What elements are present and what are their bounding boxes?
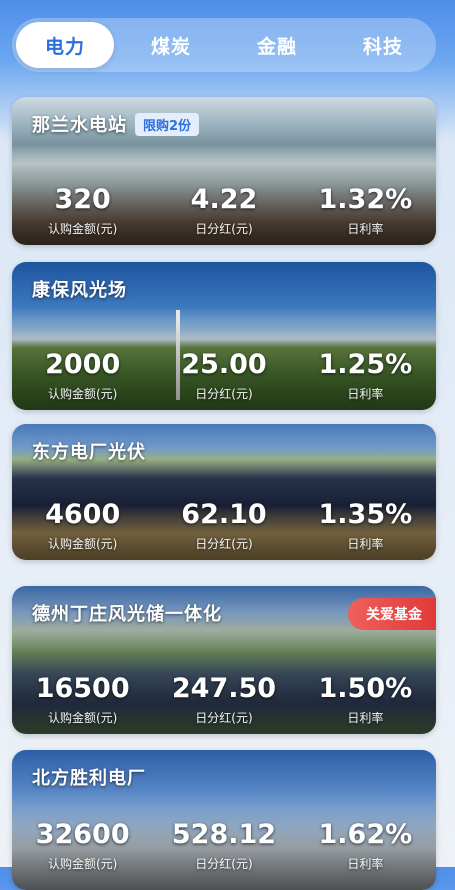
stat-value: 25.00 [181,349,267,380]
stat-amount: 320 认购金额(元) [12,184,153,237]
tab-finance[interactable]: 金融 [228,22,326,68]
stat-label: 认购金额(元) [47,387,118,401]
stat-daily-rate: 1.35% 日利率 [295,499,436,552]
project-stats: 4600 认购金额(元) 62.10 日分红(元) 1.35% 日利率 [12,499,436,552]
stat-value: 1.25% [318,349,413,380]
stat-amount: 16500 认购金额(元) [12,673,153,726]
project-stats: 32600 认购金额(元) 528.12 日分红(元) 1.62% 日利率 [12,819,436,872]
stat-value: 4.22 [190,184,258,215]
project-title-text: 那兰水电站 [32,115,127,136]
stat-label: 认购金额(元) [47,537,118,551]
limit-badge: 限购2份 [135,112,200,136]
stat-label: 日利率 [347,537,384,551]
project-title-text: 北方胜利电厂 [32,768,146,789]
care-fund-tag: 关爱基金 [348,598,436,630]
stat-daily-dividend: 62.10 日分红(元) [153,499,294,552]
project-title-text: 康保风光场 [32,280,127,301]
stat-label: 日分红(元) [195,537,253,551]
stat-amount: 32600 认购金额(元) [12,819,153,872]
project-card-kangbao-wind[interactable]: 康保风光场 2000 认购金额(元) 25.00 日分红(元) 1.25% 日利率 [12,262,436,410]
stat-value: 528.12 [171,819,277,850]
stat-label: 日分红(元) [195,222,253,236]
stat-label: 认购金额(元) [47,857,118,871]
stat-value: 1.62% [318,819,413,850]
category-tab-bar: 电力 煤炭 金融 科技 [12,18,436,72]
stat-amount: 2000 认购金额(元) [12,349,153,402]
stat-label: 日利率 [347,857,384,871]
stat-label: 认购金额(元) [47,222,118,236]
stat-daily-rate: 1.62% 日利率 [295,819,436,872]
project-stats: 320 认购金额(元) 4.22 日分红(元) 1.32% 日利率 [12,184,436,237]
stat-value: 32600 [35,819,130,850]
project-card-nalan-hydro[interactable]: 那兰水电站 限购2份 320 认购金额(元) 4.22 日分红(元) 1.32% 日利… [12,97,436,245]
project-title: 北方胜利电厂 [32,764,146,790]
stat-label: 日分红(元) [195,857,253,871]
stat-daily-rate: 1.32% 日利率 [295,184,436,237]
stat-value: 247.50 [171,673,277,704]
project-title: 东方电厂光伏 [32,438,146,464]
tab-coal[interactable]: 煤炭 [122,22,220,68]
stat-label: 认购金额(元) [47,711,118,725]
project-card-dongfang-solar[interactable]: 东方电厂光伏 4600 认购金额(元) 62.10 日分红(元) 1.35% 日利率 [12,424,436,560]
stat-label: 日分红(元) [195,711,253,725]
stat-value: 4600 [45,499,121,530]
project-title: 康保风光场 [32,276,127,302]
stat-daily-rate: 1.25% 日利率 [295,349,436,402]
project-title: 那兰水电站 限购2份 [32,111,200,137]
stat-value: 16500 [35,673,130,704]
project-stats: 16500 认购金额(元) 247.50 日分红(元) 1.50% 日利率 [12,673,436,726]
project-title: 德州丁庄风光储一体化 [32,600,222,626]
project-title-text: 东方电厂光伏 [32,442,146,463]
stat-value: 320 [54,184,111,215]
project-card-beifang-shengli[interactable]: 北方胜利电厂 32600 认购金额(元) 528.12 日分红(元) 1.62% 日利… [12,750,436,890]
stat-amount: 4600 认购金额(元) [12,499,153,552]
stat-daily-dividend: 247.50 日分红(元) [153,673,294,726]
stat-value: 2000 [45,349,121,380]
tab-electricity[interactable]: 电力 [16,22,114,68]
stat-value: 1.50% [318,673,413,704]
stat-value: 62.10 [181,499,267,530]
project-stats: 2000 认购金额(元) 25.00 日分红(元) 1.25% 日利率 [12,349,436,402]
tab-technology[interactable]: 科技 [334,22,432,68]
stat-daily-dividend: 4.22 日分红(元) [153,184,294,237]
project-title-text: 德州丁庄风光储一体化 [32,604,222,625]
stat-daily-dividend: 528.12 日分红(元) [153,819,294,872]
stat-label: 日分红(元) [195,387,253,401]
stat-label: 日利率 [347,387,384,401]
stat-daily-dividend: 25.00 日分红(元) [153,349,294,402]
stat-value: 1.35% [318,499,413,530]
project-card-dezhou-dingzhuang[interactable]: 德州丁庄风光储一体化 关爱基金 16500 认购金额(元) 247.50 日分红(元… [12,586,436,734]
stat-value: 1.32% [318,184,413,215]
stat-label: 日利率 [347,222,384,236]
stat-daily-rate: 1.50% 日利率 [295,673,436,726]
stat-label: 日利率 [347,711,384,725]
